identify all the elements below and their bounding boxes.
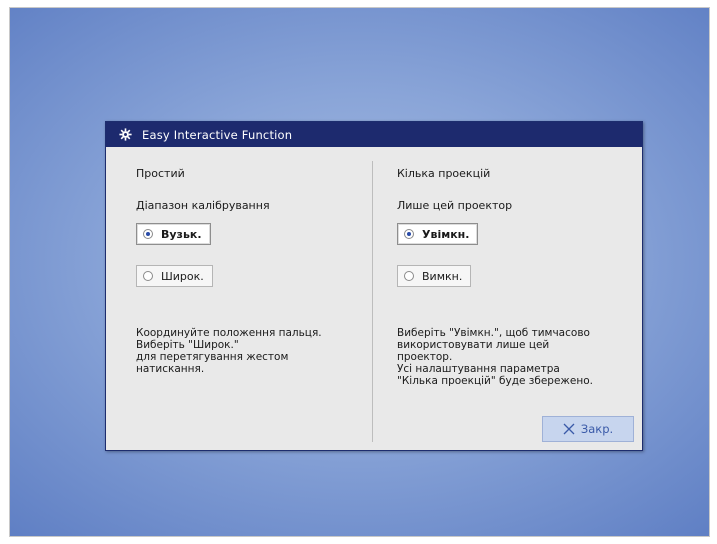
radio-on[interactable]: Увімкн. [397, 223, 479, 245]
radio-on-label: Увімкн. [422, 227, 470, 241]
close-icon [563, 423, 575, 435]
radio-selected-icon [404, 229, 414, 239]
radio-off[interactable]: Вимкн. [397, 265, 472, 287]
simple-mode-column: Простий Діапазон калібрування Вузьк. Шир… [106, 147, 372, 450]
multi-projection-column: Кілька проекцій Лише цей проектор Увімкн… [373, 147, 642, 450]
radio-wide[interactable]: Широк. [136, 265, 213, 287]
calibration-range-label: Діапазон калібрування [136, 199, 270, 212]
close-button-label: Закр. [580, 422, 614, 436]
radio-narrow[interactable]: Вузьк. [136, 223, 211, 245]
multi-projection-heading: Кілька проекцій [397, 167, 491, 180]
simple-heading: Простий [136, 167, 185, 180]
dialog-title: Easy Interactive Function [142, 127, 293, 142]
radio-unselected-icon [143, 271, 153, 281]
close-button[interactable]: Закр. [542, 416, 634, 442]
radio-selected-icon [143, 229, 153, 239]
dialog-titlebar: Easy Interactive Function [106, 122, 642, 147]
simple-description: Координуйте положення пальця. Виберіть "… [136, 327, 322, 375]
radio-wide-label: Широк. [161, 269, 204, 283]
this-projector-only-label: Лише цей проектор [397, 199, 513, 212]
dialog-body: Простий Діапазон калібрування Вузьк. Шир… [106, 147, 642, 450]
radio-unselected-icon [404, 271, 414, 281]
projector-screen-background: Easy Interactive Function Простий Діапаз… [9, 7, 710, 537]
gear-icon [118, 128, 132, 142]
easy-interactive-dialog: Easy Interactive Function Простий Діапаз… [105, 121, 643, 451]
radio-narrow-label: Вузьк. [161, 227, 202, 241]
multi-projection-description: Виберіть "Увімкн.", щоб тимчасово викори… [397, 327, 593, 387]
radio-off-label: Вимкн. [422, 269, 463, 283]
